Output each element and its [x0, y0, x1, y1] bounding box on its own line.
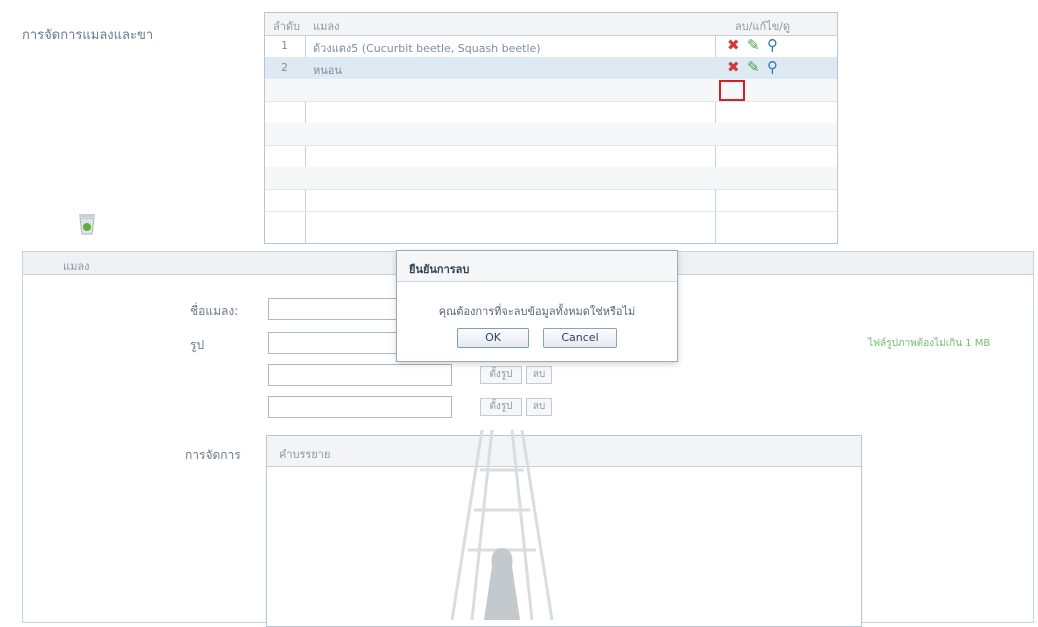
delete-icon[interactable]: ✖	[727, 37, 740, 53]
file-size-hint: ไฟล์รูปภาพต้องไม่เกิน 1 MB	[868, 338, 991, 349]
table-row-empty	[265, 101, 837, 124]
delete-highlight-box	[719, 80, 745, 101]
header-name: แมลง	[313, 20, 340, 33]
browse-button[interactable]: ตั้งรูป	[480, 398, 522, 416]
magnifier-icon[interactable]: ⚲	[767, 37, 778, 53]
cancel-button[interactable]: Cancel	[543, 328, 617, 348]
table-row-empty	[265, 167, 837, 190]
page-title: การจัดการแมลงและขา	[22, 28, 154, 43]
panel-title: แมลง	[63, 260, 90, 273]
delete-icon[interactable]: ✖	[727, 59, 740, 75]
edit-pencil-icon[interactable]: ✎	[747, 37, 760, 53]
ok-button[interactable]: OK	[457, 328, 529, 348]
university-watermark-logo	[450, 430, 554, 620]
table-row-selected[interactable]: 2 หนอน ✖ ✎ ⚲	[265, 57, 837, 80]
header-actions: ลบ/แก้ไข/ดู	[735, 20, 791, 33]
row-no: 1	[281, 39, 288, 52]
editor-label: คำบรรยาย	[279, 448, 331, 461]
row-name: ด้วงแตง5 (Cucurbit beetle, Squash beetle…	[313, 42, 541, 55]
magnifier-icon[interactable]: ⚲	[767, 59, 778, 75]
confirm-delete-dialog: ยืนยันการลบ คุณต้องการที่จะลบข้อมูลทั้งห…	[396, 250, 678, 362]
insect-table: ลำดับ แมลง ลบ/แก้ไข/ดู 1 ด้วงแตง5 (Cucur…	[264, 12, 838, 244]
remove-button[interactable]: ลบ	[526, 398, 552, 416]
row-name: หนอน	[313, 64, 342, 77]
table-header: ลำดับ แมลง ลบ/แก้ไข/ดู	[265, 13, 837, 36]
remove-button[interactable]: ลบ	[526, 366, 552, 384]
table-row-empty	[265, 123, 837, 146]
image-label: รูป	[190, 338, 205, 352]
row-no: 2	[281, 61, 288, 74]
dialog-titlebar: ยืนยันการลบ	[397, 251, 677, 282]
recycle-bin-icon[interactable]	[76, 210, 98, 236]
table-row-empty	[265, 79, 837, 102]
browse-button[interactable]: ตั้งรูป	[480, 366, 522, 384]
table-row-empty	[265, 189, 837, 212]
name-label: ชื่อแมลง:	[190, 304, 239, 318]
table-row-empty	[265, 145, 837, 168]
image-input-3[interactable]	[268, 396, 452, 418]
edit-pencil-icon[interactable]: ✎	[747, 59, 760, 75]
dialog-title: ยืนยันการลบ	[409, 263, 470, 276]
table-row[interactable]: 1 ด้วงแตง5 (Cucurbit beetle, Squash beet…	[265, 35, 837, 58]
dialog-message: คุณต้องการที่จะลบข้อมูลทั้งหมดใช่หรือไม่	[438, 305, 636, 318]
manage-label: การจัดการ	[185, 448, 241, 462]
header-no: ลำดับ	[273, 20, 301, 33]
image-input-2[interactable]	[268, 364, 452, 386]
